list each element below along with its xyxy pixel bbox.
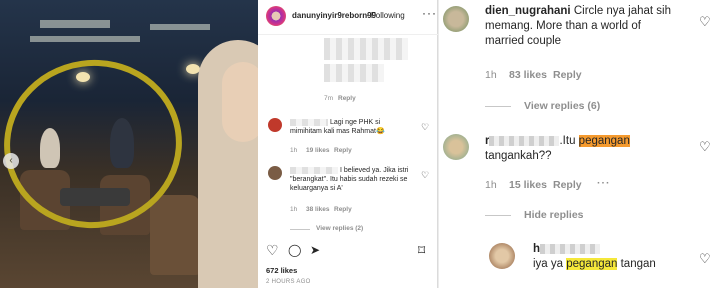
more-options-icon[interactable]: ··· [597,177,611,189]
highlighted-word: pegangan [566,258,618,270]
window-light [30,36,140,42]
comment-line: memang. More than a world of [485,20,641,32]
screen: ‹ danunyinyir9reborn99 · Following ··· 7… [0,0,720,288]
reply-link[interactable]: Reply [338,95,356,102]
post-likes-count[interactable]: 672 likes [266,266,297,275]
post-header: danunyinyir9reborn99 · Following ··· [258,0,438,35]
blurred-username [540,243,601,254]
comment-time: 1h [485,179,497,191]
comment-time: 1h [290,206,298,213]
comment-icon[interactable]: ◯ [288,243,301,257]
blurred-comment [324,38,408,60]
commenter-avatar[interactable] [268,166,282,180]
foreground-face [222,62,258,142]
reply-link[interactable]: Reply [553,179,582,191]
comment-likes[interactable]: 19 likes [306,147,330,154]
view-replies-link[interactable]: View replies (6) [524,100,600,112]
commenter-avatar[interactable] [489,243,515,269]
comment-text: I believed ya. Jika istri "berangkat". I… [290,167,409,192]
reply-link[interactable]: Reply [334,147,352,154]
blurred-username [489,135,560,146]
following-label: Following [370,11,405,20]
comment-line: tangankah?? [485,150,552,162]
comment-line: .Itu [559,135,579,147]
reply-link[interactable]: Reply [553,69,582,81]
comment-text: r .Itu pegangan tangankah?? [485,134,695,164]
chair [150,195,200,275]
heart-icon[interactable]: ♡ [266,242,279,259]
post-time: 2 HOURS AGO [266,279,311,285]
post-photo[interactable]: ‹ [0,0,258,288]
like-heart-icon[interactable]: ♡ [421,122,429,133]
window-light [40,20,110,28]
replies-divider [485,106,511,107]
view-replies-link[interactable]: View replies (2) [316,225,363,232]
comment-line: iya ya [533,258,567,270]
prev-arrow-icon[interactable]: ‹ [3,153,19,169]
hide-replies-link[interactable]: Hide replies [524,209,584,221]
comment-likes[interactable]: 15 likes [509,179,547,191]
comment-time: 7m [324,95,334,102]
highlighted-word: pegangan [578,135,630,147]
commenter-avatar[interactable] [268,118,282,132]
comment-username[interactable]: dien_nugrahani [485,5,571,17]
comment-time: 1h [485,69,497,81]
comment-likes[interactable]: 38 likes [306,206,330,213]
commenter-avatar[interactable] [443,134,469,160]
like-heart-icon[interactable]: ♡ [699,14,711,30]
reply-link[interactable]: Reply [334,206,352,213]
comment-text: Lagi nge PHK si mimihitam kali mas Rahma… [290,119,385,135]
post-comments-panel: danunyinyir9reborn99 · Following ··· 7m … [258,0,438,288]
following-button[interactable]: · Following [366,11,405,20]
like-heart-icon[interactable]: ♡ [699,139,711,155]
comment-line: married couple [485,35,562,47]
share-icon[interactable]: ➤ [310,243,320,257]
comment-text: dien_nugrahani Circle nya jahat sih mema… [485,4,705,49]
replies-divider [485,215,511,216]
comment-username[interactable]: h [533,243,540,255]
replies-divider [290,229,310,230]
zoomed-comments-panel: dien_nugrahani Circle nya jahat sih mema… [438,0,720,288]
blurred-comment [324,64,384,82]
like-heart-icon[interactable]: ♡ [421,170,429,181]
like-heart-icon[interactable]: ♡ [699,251,711,267]
comment-likes[interactable]: 83 likes [509,69,547,81]
post-actions-bar: ♡ ◯ ➤ ⌑ [264,242,434,260]
more-options-icon[interactable]: ··· [422,6,437,20]
commenter-avatar[interactable] [443,6,469,32]
comment-line: Circle nya jahat sih [573,5,671,17]
post-username[interactable]: danunyinyir9reborn99 [292,11,376,20]
window-light [150,24,210,30]
comment-text: h iya ya pegangan tangan [533,242,703,272]
comment-time: 1h [290,147,298,154]
save-icon[interactable]: ⌑ [418,242,425,259]
comment-line: tangan [617,258,656,270]
avatar[interactable] [266,6,286,26]
